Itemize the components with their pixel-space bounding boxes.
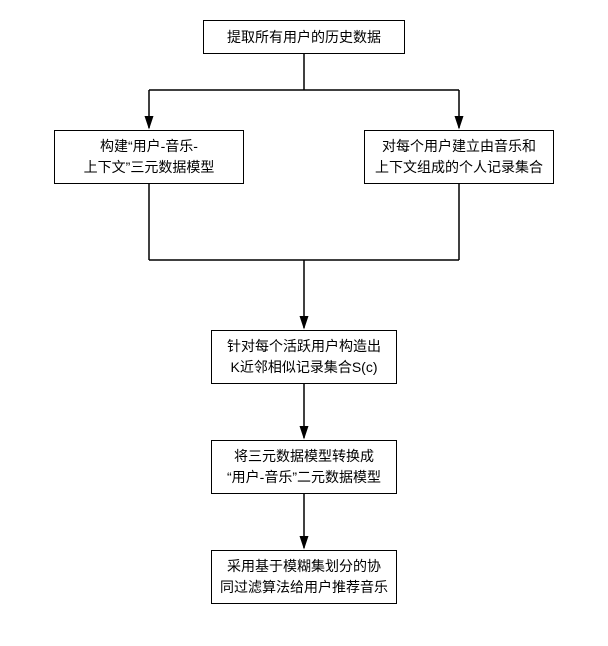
flow-node-knn-set: 针对每个活跃用户构造出 K近邻相似记录集合S(c) (211, 330, 397, 384)
node-label: 构建“用户-音乐- 上下文”三元数据模型 (84, 136, 215, 178)
flow-node-recommend: 采用基于模糊集划分的协 同过滤算法给用户推荐音乐 (211, 550, 397, 604)
node-label: 提取所有用户的历史数据 (227, 27, 381, 48)
node-label: 对每个用户建立由音乐和 上下文组成的个人记录集合 (375, 136, 543, 178)
flow-node-build-personal-records: 对每个用户建立由音乐和 上下文组成的个人记录集合 (364, 130, 554, 184)
node-label: 将三元数据模型转换成 “用户-音乐”二元数据模型 (227, 446, 381, 488)
flow-node-extract-history: 提取所有用户的历史数据 (203, 20, 405, 54)
flow-node-build-triple-model: 构建“用户-音乐- 上下文”三元数据模型 (54, 130, 244, 184)
flow-node-convert-binary-model: 将三元数据模型转换成 “用户-音乐”二元数据模型 (211, 440, 397, 494)
node-label: 针对每个活跃用户构造出 K近邻相似记录集合S(c) (227, 336, 381, 378)
node-label: 采用基于模糊集划分的协 同过滤算法给用户推荐音乐 (220, 556, 388, 598)
